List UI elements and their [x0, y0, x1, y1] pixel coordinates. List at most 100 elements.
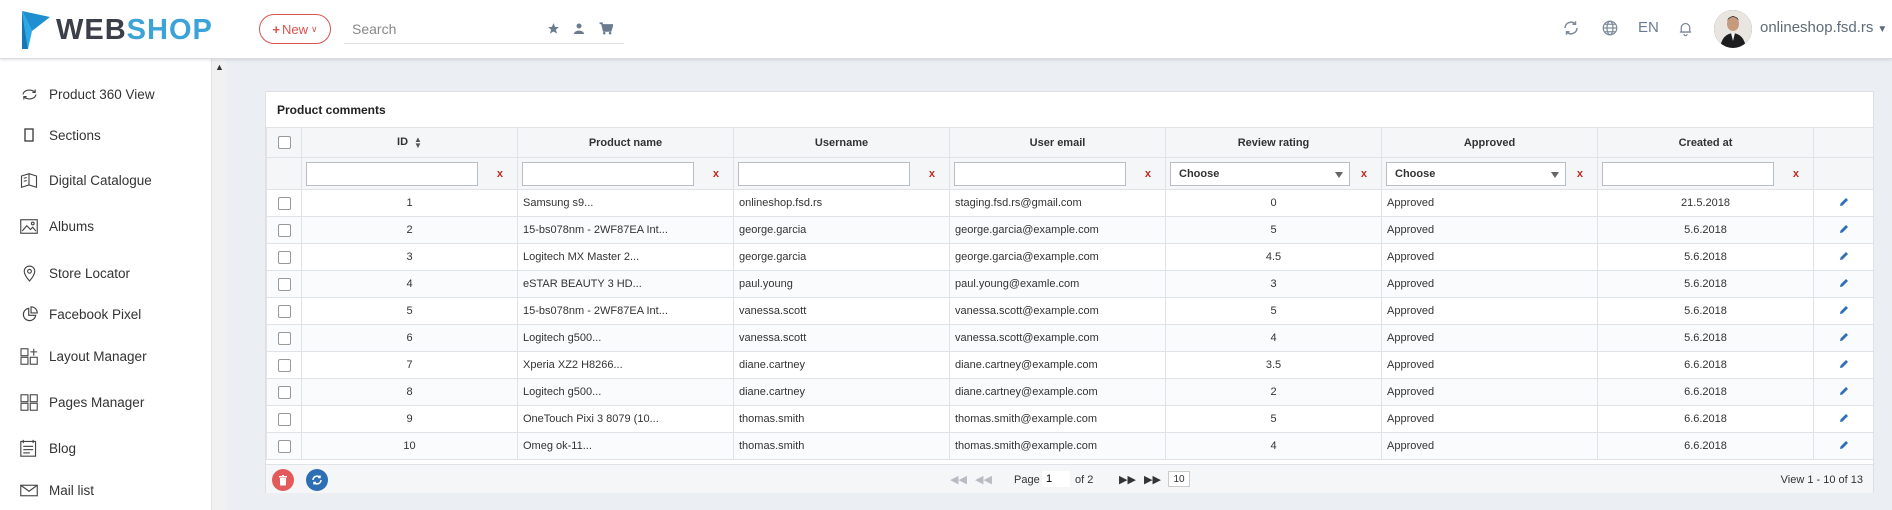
- column-header-product-name[interactable]: Product name: [517, 127, 734, 158]
- globe-icon[interactable]: [1601, 19, 1619, 37]
- sidebar-item-pages-manager[interactable]: Pages Manager: [0, 385, 212, 419]
- clear-filter-user-email[interactable]: x: [1145, 168, 1151, 180]
- first-page-icon[interactable]: ◀◀: [950, 473, 967, 486]
- pencil-icon[interactable]: [1839, 305, 1849, 318]
- pencil-icon[interactable]: [1839, 251, 1849, 264]
- sidebar-item-digital-catalogue[interactable]: Digital Catalogue: [0, 163, 212, 197]
- bell-icon[interactable]: [1676, 19, 1694, 37]
- webshop-logo[interactable]: WEBSHOP: [22, 10, 213, 50]
- delete-button[interactable]: [272, 469, 294, 491]
- plus-icon: +: [272, 21, 280, 37]
- filter-user-email-input[interactable]: [954, 162, 1126, 186]
- table-row[interactable]: 7 Xperia XZ2 H8266... diane.cartney diane.c…: [266, 351, 1874, 379]
- column-header-username[interactable]: Username: [733, 127, 950, 158]
- filter-username-input[interactable]: [738, 162, 910, 186]
- cell-review-rating: 3.5: [1165, 351, 1382, 379]
- table-row[interactable]: 8 Logitech g500... diane.cartney diane.cart…: [266, 378, 1874, 406]
- user-avatar[interactable]: [1714, 10, 1752, 48]
- clear-filter-review-rating[interactable]: x: [1361, 168, 1367, 180]
- edit-cell: [1813, 297, 1874, 325]
- sidebar-item-mail-list[interactable]: Mail list: [0, 473, 212, 507]
- star-icon[interactable]: [544, 19, 562, 37]
- sidebar-item-sections[interactable]: Sections: [0, 118, 212, 152]
- cell-user-email: thomas.smith@example.com: [949, 432, 1166, 460]
- table-row[interactable]: 9 OneTouch Pixi 3 8079 (10... thomas.smith…: [266, 405, 1874, 433]
- pencil-icon[interactable]: [1839, 278, 1849, 291]
- cell-review-rating: 3: [1165, 270, 1382, 298]
- table-row[interactable]: 10 Omeg ok-11... thomas.smith thomas.smith@…: [266, 432, 1874, 460]
- language-selector[interactable]: EN: [1638, 19, 1659, 36]
- row-checkbox[interactable]: [266, 189, 302, 217]
- edit-cell: [1813, 432, 1874, 460]
- table-row[interactable]: 1 Samsung s9... onlineshop.fsd.rs staging.f…: [266, 189, 1874, 217]
- clear-filter-username[interactable]: x: [929, 168, 935, 180]
- sidebar-item-blog[interactable]: Blog: [0, 431, 212, 465]
- table-row[interactable]: 4 eSTAR BEAUTY 3 HD... paul.young paul.youn…: [266, 270, 1874, 298]
- filter-created-at-input[interactable]: [1602, 162, 1774, 186]
- filter-product-name-input[interactable]: [522, 162, 694, 186]
- row-checkbox[interactable]: [266, 270, 302, 298]
- scroll-up-arrow-icon[interactable]: ▲: [215, 62, 224, 72]
- last-page-icon[interactable]: ▶▶: [1144, 473, 1161, 486]
- logo-flag-icon: [22, 11, 50, 49]
- select-all-checkbox[interactable]: [266, 127, 302, 158]
- refresh-icon[interactable]: [1562, 19, 1580, 37]
- filter-id-input[interactable]: [306, 162, 478, 186]
- sidebar-item-store-locator[interactable]: Store Locator: [0, 256, 212, 290]
- cell-product-name: Omeg ok-11...: [517, 432, 734, 460]
- pencil-icon[interactable]: [1839, 440, 1849, 453]
- table-row[interactable]: 2 15-bs078nm - 2WF87EA Int... george.garci…: [266, 216, 1874, 244]
- prev-page-icon[interactable]: ◀◀: [975, 473, 992, 486]
- cell-user-email: george.garcia@example.com: [949, 216, 1166, 244]
- row-checkbox[interactable]: [266, 351, 302, 379]
- pencil-icon[interactable]: [1839, 413, 1849, 426]
- row-checkbox[interactable]: [266, 297, 302, 325]
- clear-filter-id[interactable]: x: [497, 168, 503, 180]
- clear-filter-created-at[interactable]: x: [1793, 168, 1799, 180]
- row-checkbox[interactable]: [266, 432, 302, 460]
- new-button[interactable]: + New ∨: [259, 14, 331, 44]
- cell-id: 10: [301, 432, 518, 460]
- cell-user-email: thomas.smith@example.com: [949, 405, 1166, 433]
- cell-product-name: Logitech g500...: [517, 324, 734, 352]
- clear-filter-approved[interactable]: x: [1577, 168, 1583, 180]
- clear-filter-product-name[interactable]: x: [713, 168, 719, 180]
- page-number-input[interactable]: [1042, 471, 1070, 487]
- row-checkbox[interactable]: [266, 243, 302, 271]
- dropdown-arrow-icon: [1551, 172, 1559, 178]
- filter-review-rating-select[interactable]: Choose: [1170, 162, 1350, 186]
- cart-icon[interactable]: [597, 19, 615, 37]
- column-header-approved[interactable]: Approved: [1381, 127, 1598, 158]
- table-row[interactable]: 5 15-bs078nm - 2WF87EA Int... vanessa.scot…: [266, 297, 1874, 325]
- new-button-label: New: [281, 21, 308, 37]
- cell-created-at: 5.6.2018: [1597, 297, 1814, 325]
- pencil-icon[interactable]: [1839, 359, 1849, 372]
- pencil-icon[interactable]: [1839, 197, 1849, 210]
- pencil-icon[interactable]: [1839, 386, 1849, 399]
- column-header-review-rating[interactable]: Review rating: [1165, 127, 1382, 158]
- table-row[interactable]: 3 Logitech MX Master 2... george.garcia geo…: [266, 243, 1874, 271]
- row-checkbox[interactable]: [266, 378, 302, 406]
- account-menu[interactable]: onlineshop.fsd.rs ▼: [1760, 19, 1887, 36]
- table-row[interactable]: 6 Logitech g500... vanessa.scott vanessa.sc…: [266, 324, 1874, 352]
- column-header-id[interactable]: ID ▲ ▼: [301, 127, 518, 158]
- sidebar-scrollbar[interactable]: [212, 59, 226, 510]
- cell-id: 3: [301, 243, 518, 271]
- next-page-icon[interactable]: ▶▶: [1119, 473, 1136, 486]
- pencil-icon[interactable]: [1839, 224, 1849, 237]
- sidebar-item-product-360-view[interactable]: Product 360 View: [0, 77, 212, 111]
- pencil-icon[interactable]: [1839, 332, 1849, 345]
- cell-approved: Approved: [1381, 324, 1598, 352]
- column-header-created-at[interactable]: Created at: [1597, 127, 1814, 158]
- column-header-user-email[interactable]: User email: [949, 127, 1166, 158]
- reload-button[interactable]: [306, 469, 328, 491]
- row-checkbox[interactable]: [266, 216, 302, 244]
- page-size-select[interactable]: 10: [1168, 471, 1190, 487]
- sidebar-item-albums[interactable]: Albums: [0, 209, 212, 243]
- filter-approved-select[interactable]: Choose: [1386, 162, 1566, 186]
- sidebar-item-facebook-pixel[interactable]: Facebook Pixel: [0, 297, 212, 331]
- row-checkbox[interactable]: [266, 405, 302, 433]
- user-icon[interactable]: [570, 19, 588, 37]
- sidebar-item-layout-manager[interactable]: Layout Manager: [0, 339, 212, 373]
- row-checkbox[interactable]: [266, 324, 302, 352]
